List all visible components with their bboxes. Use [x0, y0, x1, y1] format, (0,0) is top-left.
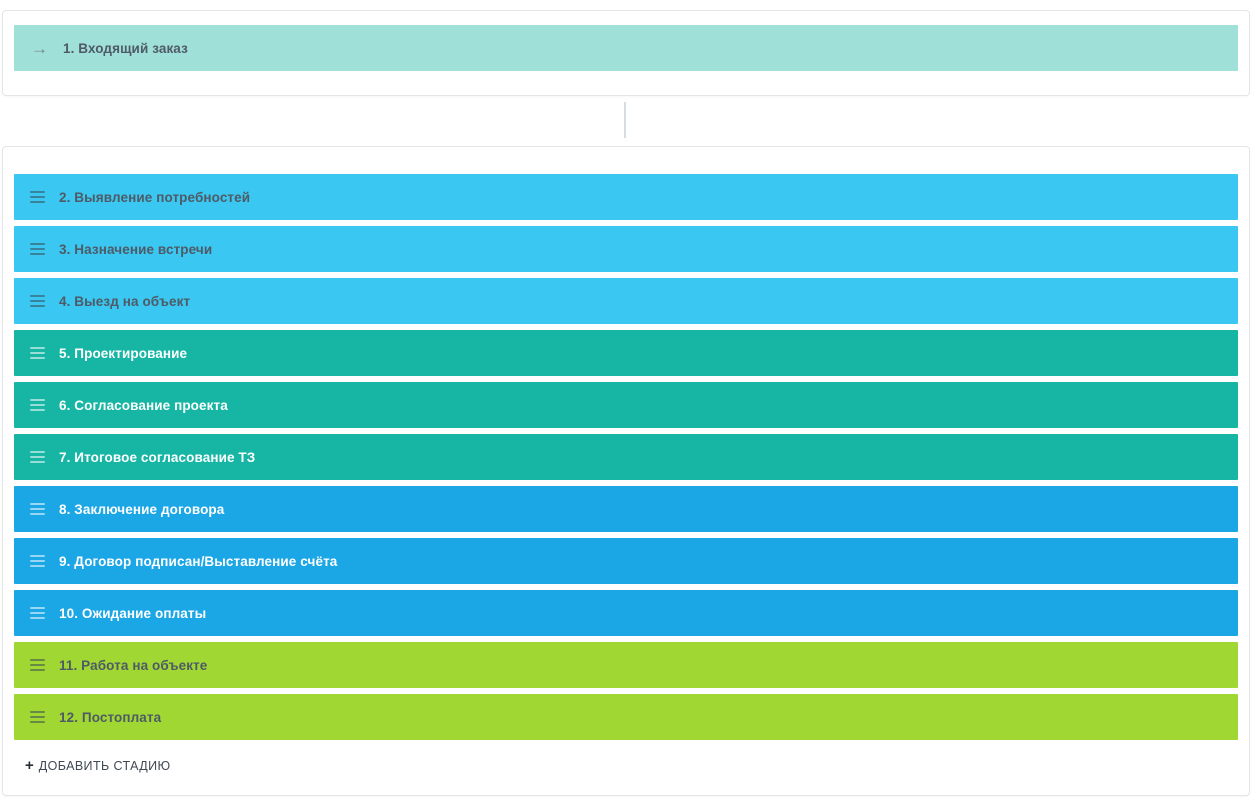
- drag-handle-icon[interactable]: [30, 711, 45, 723]
- drag-handle-icon[interactable]: [30, 191, 45, 203]
- drag-handle-icon[interactable]: [30, 659, 45, 671]
- stage-label: 6. Согласование проекта: [59, 397, 228, 413]
- add-stage-button[interactable]: + ДОБАВИТЬ СТАДИЮ: [19, 756, 177, 775]
- stage-label: 8. Заключение договора: [59, 501, 225, 517]
- stage-row[interactable]: 7. Итоговое согласование ТЗ: [14, 434, 1238, 480]
- stage-row[interactable]: 6. Согласование проекта: [14, 382, 1238, 428]
- connector-line: [624, 102, 626, 138]
- stage-label: 1. Входящий заказ: [63, 40, 188, 56]
- stages-card: 2. Выявление потребностей 3. Назначение …: [2, 146, 1250, 796]
- drag-handle-icon[interactable]: [30, 451, 45, 463]
- drag-handle-icon[interactable]: [30, 399, 45, 411]
- stage-label: 3. Назначение встречи: [59, 241, 213, 257]
- drag-handle-icon[interactable]: [30, 295, 45, 307]
- stage-row[interactable]: 11. Работа на объекте: [14, 642, 1238, 688]
- stage-list: 2. Выявление потребностей 3. Назначение …: [14, 174, 1238, 740]
- stage-row[interactable]: 5. Проектирование: [14, 330, 1238, 376]
- stage-label: 12. Постоплата: [59, 709, 162, 725]
- card-connector: [0, 96, 1252, 146]
- stage-label: 7. Итоговое согласование ТЗ: [59, 449, 256, 465]
- start-stage-row[interactable]: → 1. Входящий заказ: [14, 25, 1238, 71]
- arrow-right-icon: →: [31, 38, 48, 58]
- stage-label: 10. Ожидание оплаты: [59, 605, 207, 621]
- stage-label: 2. Выявление потребностей: [59, 189, 251, 205]
- drag-handle-icon[interactable]: [30, 503, 45, 515]
- stage-row[interactable]: 3. Назначение встречи: [14, 226, 1238, 272]
- drag-handle-icon[interactable]: [30, 555, 45, 567]
- stage-label: 5. Проектирование: [59, 345, 188, 361]
- stage-label: 11. Работа на объекте: [59, 657, 208, 673]
- drag-handle-icon[interactable]: [30, 347, 45, 359]
- drag-handle-icon[interactable]: [30, 243, 45, 255]
- stage-row[interactable]: 10. Ожидание оплаты: [14, 590, 1238, 636]
- drag-handle-icon[interactable]: [30, 607, 45, 619]
- plus-icon: +: [25, 757, 34, 774]
- stage-label: 4. Выезд на объект: [59, 293, 191, 309]
- add-stage-label: ДОБАВИТЬ СТАДИЮ: [38, 758, 171, 773]
- stage-row[interactable]: 2. Выявление потребностей: [14, 174, 1238, 220]
- stage-row[interactable]: 4. Выезд на объект: [14, 278, 1238, 324]
- stage-row[interactable]: 12. Постоплата: [14, 694, 1238, 740]
- stage-label: 9. Договор подписан/Выставление счёта: [59, 553, 338, 569]
- stage-row[interactable]: 8. Заключение договора: [14, 486, 1238, 532]
- start-stage-card: → 1. Входящий заказ: [2, 10, 1250, 96]
- stage-row[interactable]: 9. Договор подписан/Выставление счёта: [14, 538, 1238, 584]
